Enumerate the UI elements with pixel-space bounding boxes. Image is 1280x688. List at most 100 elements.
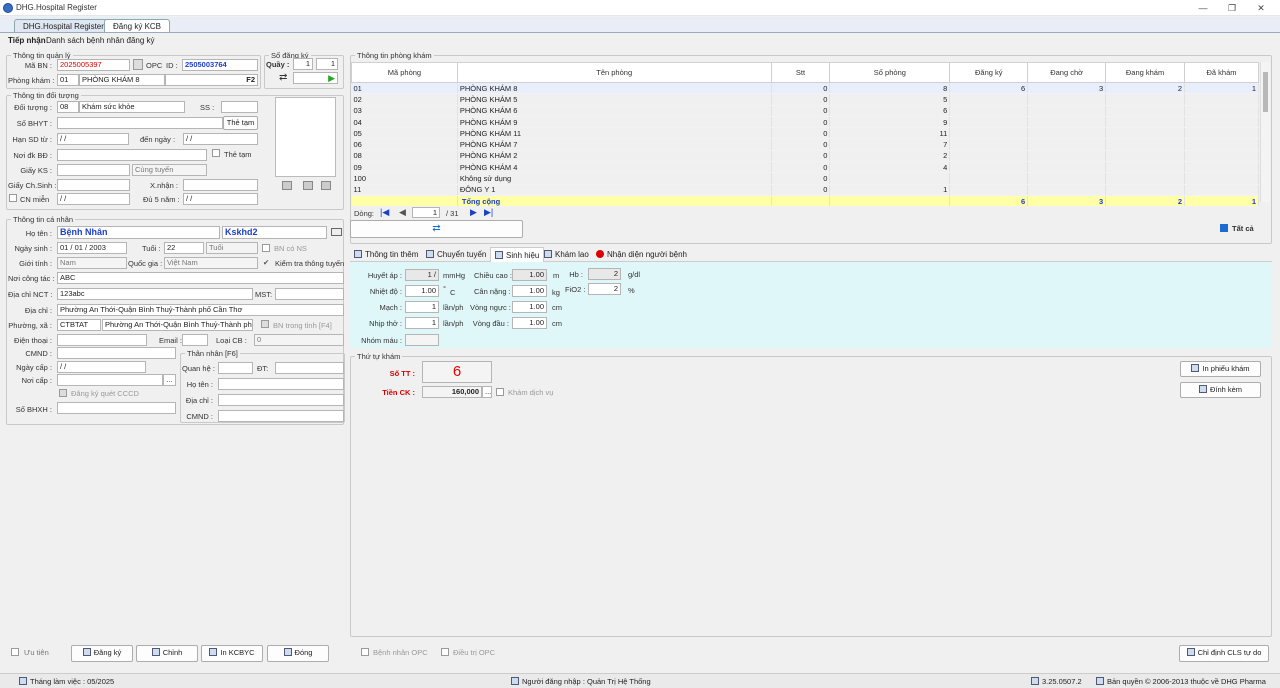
fio2-field[interactable]: 2 bbox=[588, 283, 621, 295]
id-field[interactable]: 2505003764 bbox=[182, 59, 258, 71]
quoc-gia-select[interactable]: Việt Nam bbox=[164, 257, 258, 269]
f2-field[interactable]: F2 bbox=[165, 74, 258, 86]
ss-select[interactable] bbox=[221, 101, 258, 113]
upload-icon[interactable] bbox=[303, 181, 313, 190]
close-icon[interactable]: ✕ bbox=[1253, 2, 1269, 14]
noi-dk-field[interactable] bbox=[57, 149, 207, 161]
column-header[interactable]: Đang khám bbox=[1105, 62, 1186, 83]
doi-tuong-code[interactable]: 08 bbox=[57, 101, 79, 113]
loai-cb-select[interactable]: 0 bbox=[254, 334, 344, 346]
photo-box[interactable] bbox=[275, 97, 336, 177]
restore-icon[interactable]: ❐ bbox=[1224, 2, 1240, 14]
nhip-tho-field[interactable]: 1 bbox=[405, 317, 439, 329]
table-row[interactable]: 04 PHÒNG KHÁM 909 bbox=[351, 116, 1259, 129]
chieu-cao-field[interactable]: 1.00 bbox=[512, 269, 547, 281]
camera-icon[interactable] bbox=[282, 181, 292, 190]
column-header[interactable]: Mã phòng bbox=[351, 62, 458, 83]
nhom-mau-select[interactable] bbox=[405, 334, 439, 346]
tuoi-field[interactable]: 22 bbox=[164, 242, 204, 254]
table-row[interactable]: 08 PHÒNG KHÁM 202 bbox=[351, 150, 1259, 163]
bn-co-ns-checkbox[interactable] bbox=[262, 244, 270, 252]
tab-hospital-register[interactable]: DHG.Hospital Register bbox=[14, 19, 113, 32]
ngay-sinh-field[interactable]: 01 / 01 / 2003 bbox=[57, 242, 127, 254]
dien-thoai-field[interactable] bbox=[57, 334, 147, 346]
quay1-spinner[interactable]: 1 bbox=[293, 58, 313, 70]
refresh-rooms-button[interactable]: ⇄ bbox=[350, 220, 523, 238]
column-header[interactable]: Stt bbox=[770, 62, 831, 83]
huyet-ap-field[interactable]: 1 / bbox=[405, 269, 439, 281]
phong-name-field[interactable]: PHÒNG KHÁM 8 bbox=[79, 74, 165, 86]
noi-ct-field[interactable]: ABC bbox=[57, 272, 344, 284]
delete-photo-icon[interactable] bbox=[321, 181, 331, 190]
tab-nhan-dien[interactable]: Nhận diện người bệnh bbox=[596, 250, 687, 259]
tab-tiep-nhan[interactable]: Tiếp nhận bbox=[8, 36, 46, 45]
tab-kham-lao[interactable]: Khám lao bbox=[544, 250, 589, 259]
quay2-spinner[interactable]: 1 bbox=[316, 58, 338, 70]
first-page-icon[interactable]: |◀ bbox=[380, 207, 389, 218]
column-header[interactable]: Số phòng bbox=[829, 62, 951, 83]
table-row[interactable]: 02 PHÒNG KHÁM 505 bbox=[351, 93, 1259, 106]
xnhan-field[interactable] bbox=[183, 179, 258, 191]
tab-thong-tin-them[interactable]: Thông tin thêm bbox=[354, 250, 418, 259]
dia-chi-field[interactable]: Phường An Thới-Quận Bình Thuỷ-Thành phố … bbox=[57, 304, 344, 316]
giay-cs-field[interactable] bbox=[57, 179, 130, 191]
cmnd-field[interactable] bbox=[57, 347, 176, 359]
table-row[interactable]: 100 Không sử dụng 0 bbox=[351, 172, 1259, 185]
chi-dinh-button[interactable]: Chỉ định CLS tự do bbox=[1179, 645, 1269, 662]
kham-dv-checkbox[interactable] bbox=[496, 388, 504, 396]
phong-kham-table[interactable]: Mã phòng Tên phòng Stt Số phòng Đăng ký Đang … bbox=[351, 62, 1259, 208]
tab-sinh-hieu[interactable]: Sinh hiệu bbox=[490, 247, 545, 262]
ngay-cap-field[interactable]: / / bbox=[57, 361, 146, 373]
du5nam-date[interactable]: / / bbox=[183, 193, 258, 205]
tn-dia-chi-field[interactable] bbox=[218, 394, 344, 406]
in-phieu-button[interactable]: In phiếu khám bbox=[1180, 361, 1261, 377]
giay-ks-field[interactable] bbox=[57, 164, 130, 176]
tat-ca-checkbox[interactable] bbox=[1220, 224, 1228, 232]
tien-ck-lookup[interactable]: ... bbox=[482, 386, 492, 398]
table-row[interactable]: 05 PHÒNG KHÁM 11 0 11 bbox=[351, 127, 1259, 140]
mach-field[interactable]: 1 bbox=[405, 301, 439, 313]
the-tam-button[interactable]: Thẻ tạm bbox=[223, 116, 258, 130]
vong-dau-field[interactable]: 1.00 bbox=[512, 317, 547, 329]
table-scrollbar[interactable] bbox=[1260, 62, 1270, 202]
so-bhxh-field[interactable] bbox=[57, 402, 176, 414]
han-sd-from[interactable]: / / bbox=[57, 133, 129, 145]
uu-tien-checkbox[interactable] bbox=[11, 648, 19, 656]
gioi-tinh-select[interactable]: Nam bbox=[57, 257, 127, 269]
cn-mien-checkbox[interactable] bbox=[9, 194, 17, 202]
tab-danh-sach[interactable]: Danh sách bệnh nhân đăng ký bbox=[46, 36, 155, 45]
dang-ky-button[interactable]: Đăng ký bbox=[71, 645, 133, 662]
page-field[interactable]: 1 bbox=[412, 207, 440, 218]
column-header[interactable]: Đã khám bbox=[1184, 62, 1259, 83]
card-icon[interactable] bbox=[331, 228, 342, 236]
tuoi-unit-select[interactable]: Tuổi bbox=[206, 242, 258, 254]
table-row[interactable]: 06 PHÒNG KHÁM 707 bbox=[351, 138, 1259, 151]
hb-field[interactable]: 2 bbox=[588, 268, 621, 280]
ma-bn-field[interactable]: 2025005397 bbox=[57, 59, 130, 71]
table-row[interactable]: 09 PHÒNG KHÁM 404 bbox=[351, 161, 1259, 174]
table-row[interactable]: 01 PHÒNG KHÁM 8086321 bbox=[351, 82, 1259, 95]
dieu-tri-opc-checkbox[interactable] bbox=[441, 648, 449, 656]
mst-field[interactable] bbox=[275, 288, 344, 300]
ho-ten-field[interactable]: Bệnh Nhân bbox=[57, 226, 220, 239]
dt-field[interactable] bbox=[275, 362, 344, 374]
cung-tuyen-select[interactable]: Cùng tuyến bbox=[132, 164, 207, 176]
nhiet-do-field[interactable]: 1.00 bbox=[405, 285, 439, 297]
so-bhyt-field[interactable] bbox=[57, 117, 223, 129]
email-field[interactable] bbox=[182, 334, 208, 346]
chinh-button[interactable]: Chỉnh bbox=[136, 645, 198, 662]
noi-cap-lookup[interactable]: ... bbox=[163, 374, 176, 386]
column-header[interactable]: Đang chờ bbox=[1027, 62, 1107, 83]
play-button[interactable]: ▶ bbox=[293, 72, 338, 84]
can-nang-field[interactable]: 1.00 bbox=[512, 285, 547, 297]
lookup-icon[interactable] bbox=[133, 59, 143, 70]
doi-tuong-name[interactable]: Khám sức khỏe bbox=[79, 101, 185, 113]
in-kcbyc-button[interactable]: In KCBYC bbox=[201, 645, 263, 662]
tab-chuyen-tuyen[interactable]: Chuyển tuyến bbox=[426, 250, 486, 259]
minimize-icon[interactable]: — bbox=[1195, 2, 1211, 14]
tien-ck-field[interactable]: 160,000 bbox=[422, 386, 482, 398]
prev-page-icon[interactable]: ◀ bbox=[399, 207, 406, 218]
tn-ho-ten-field[interactable] bbox=[218, 378, 344, 390]
phuong-name-field[interactable]: Phường An Thới-Quận Bình Thuỷ-Thành phố … bbox=[102, 319, 253, 331]
column-header[interactable]: Tên phòng bbox=[456, 62, 772, 83]
